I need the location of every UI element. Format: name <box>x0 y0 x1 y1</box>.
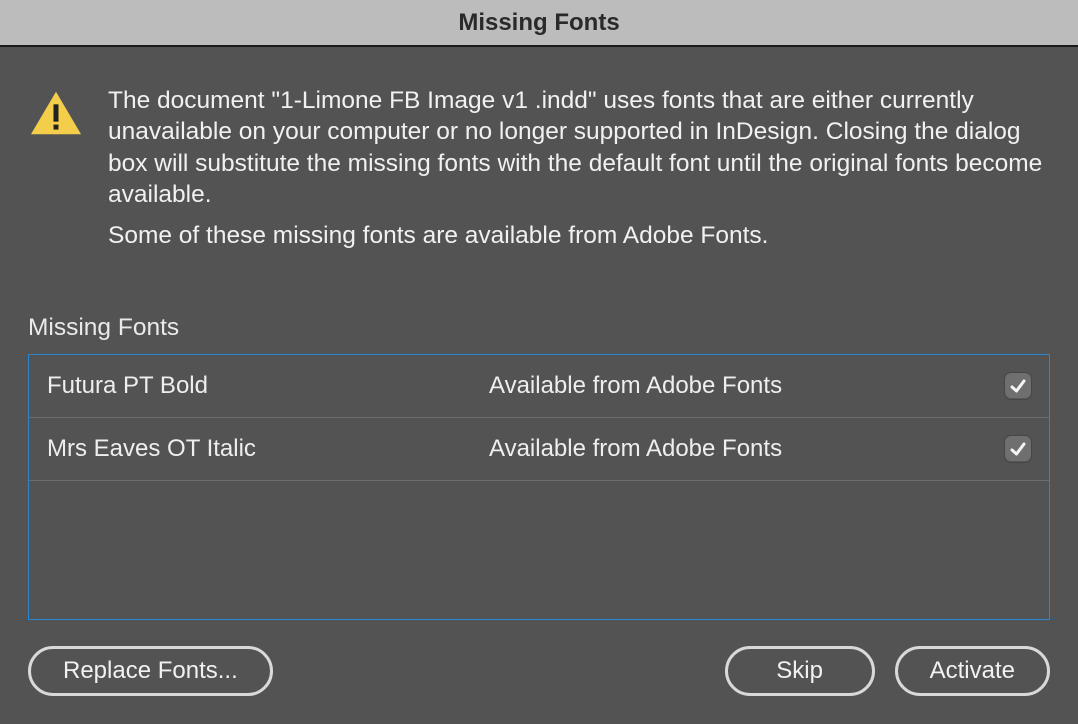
font-name: Futura PT Bold <box>47 372 489 400</box>
font-row[interactable]: Mrs Eaves OT Italic Available from Adobe… <box>29 418 1049 481</box>
activate-button[interactable]: Activate <box>895 646 1050 696</box>
button-row: Replace Fonts... Skip Activate <box>28 646 1050 696</box>
warning-text-main: The document "1-Limone FB Image v1 .indd… <box>108 85 1050 210</box>
missing-fonts-table: Futura PT Bold Available from Adobe Font… <box>28 354 1050 620</box>
dialog-titlebar: Missing Fonts <box>0 0 1078 47</box>
dialog-title: Missing Fonts <box>458 9 619 37</box>
warning-icon <box>28 85 84 252</box>
button-spacer <box>293 646 705 696</box>
font-checkbox-cell <box>971 373 1031 399</box>
font-name: Mrs Eaves OT Italic <box>47 435 489 463</box>
dialog-content: The document "1-Limone FB Image v1 .indd… <box>0 47 1078 724</box>
warning-notice: The document "1-Limone FB Image v1 .indd… <box>28 85 1050 252</box>
warning-text-sub: Some of these missing fonts are availabl… <box>108 220 1050 251</box>
warning-text-block: The document "1-Limone FB Image v1 .indd… <box>108 85 1050 252</box>
replace-fonts-button[interactable]: Replace Fonts... <box>28 646 273 696</box>
font-row[interactable]: Futura PT Bold Available from Adobe Font… <box>29 355 1049 418</box>
font-checkbox-cell <box>971 436 1031 462</box>
font-checkbox[interactable] <box>1005 436 1031 462</box>
font-status: Available from Adobe Fonts <box>489 435 971 463</box>
skip-button[interactable]: Skip <box>725 646 875 696</box>
font-checkbox[interactable] <box>1005 373 1031 399</box>
missing-fonts-label: Missing Fonts <box>28 314 1050 342</box>
font-status: Available from Adobe Fonts <box>489 372 971 400</box>
